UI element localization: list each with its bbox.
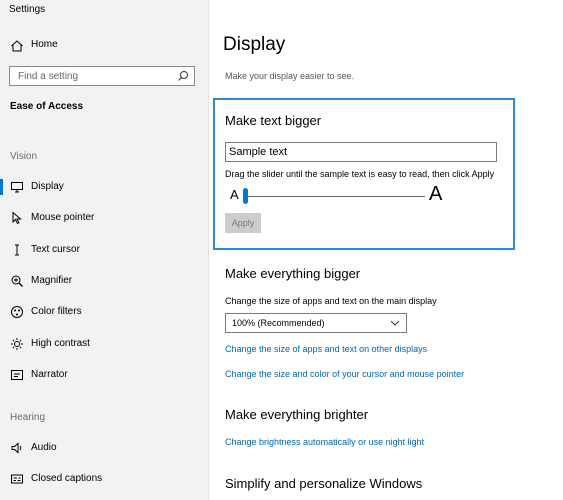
main-content: Display Make your display easier to see.… (209, 0, 563, 500)
sidebar-item-audio[interactable]: Audio (0, 436, 208, 460)
sidebar-item-label: High contrast (31, 338, 90, 349)
simplify-heading: Simplify and personalize Windows (225, 476, 423, 491)
text-cursor-icon (15, 244, 19, 256)
text-size-slider-thumb[interactable] (243, 188, 248, 204)
sidebar-item-label: Narrator (31, 369, 68, 380)
scale-dropdown-value: 100% (Recommended) (232, 318, 325, 328)
narrator-icon (11, 370, 23, 380)
text-size-slider-track[interactable] (243, 196, 425, 197)
sidebar-item-high-contrast[interactable]: High contrast (0, 332, 208, 356)
sidebar-item-text-cursor[interactable]: Text cursor (0, 238, 208, 262)
high-contrast-icon (11, 338, 23, 350)
sample-text-field: Sample text (225, 142, 497, 162)
chevron-down-icon (390, 320, 400, 326)
sidebar-item-magnifier[interactable]: Magnifier (0, 269, 208, 293)
page-title: Display (223, 34, 286, 55)
everything-bigger-heading: Make everything bigger (225, 266, 361, 281)
scale-dropdown[interactable]: 100% (Recommended) (225, 313, 407, 333)
magnifier-icon (11, 275, 23, 287)
sample-text: Sample text (229, 146, 288, 158)
text-bigger-heading: Make text bigger (225, 113, 322, 128)
app-title: Settings (9, 4, 46, 15)
closed-captions-icon (11, 474, 23, 484)
home-label: Home (31, 39, 58, 50)
page-subtitle: Make your display easier to see. (225, 71, 355, 81)
large-a-label: A (429, 183, 443, 205)
audio-icon (11, 442, 22, 454)
search-input[interactable]: Find a setting (9, 66, 195, 86)
search-placeholder: Find a setting (18, 71, 79, 82)
cursor-pointer-link[interactable]: Change the size and color of your cursor… (225, 369, 464, 379)
sidebar-item-mouse-pointer[interactable]: Mouse pointer (0, 206, 208, 230)
sidebar-item-label: Color filters (31, 306, 82, 317)
sidebar-item-color-filters[interactable]: Color filters (0, 300, 208, 324)
small-a-label: A (230, 187, 239, 202)
color-filters-icon (11, 306, 23, 318)
sidebar-item-display[interactable]: Display (0, 175, 208, 199)
sidebar-item-label: Display (31, 181, 64, 192)
other-displays-link[interactable]: Change the size of apps and text on othe… (225, 344, 427, 354)
home-nav-item[interactable]: Home (0, 36, 208, 56)
display-icon (11, 182, 23, 193)
home-icon (11, 40, 23, 52)
brightness-link[interactable]: Change brightness automatically or use n… (225, 437, 424, 447)
sidebar-item-label: Magnifier (31, 275, 73, 286)
sidebar: Settings Home Find a setting Ease of Acc… (0, 0, 209, 500)
search-icon[interactable] (177, 70, 189, 82)
apply-button[interactable]: Apply (225, 213, 261, 233)
section-title: Ease of Access (10, 101, 84, 112)
sidebar-item-label: Text cursor (31, 244, 80, 255)
sidebar-item-label: Closed captions (31, 473, 103, 484)
mouse-pointer-icon (12, 211, 22, 225)
everything-brighter-heading: Make everything brighter (225, 407, 369, 422)
scale-select-label: Change the size of apps and text on the … (225, 296, 437, 306)
sidebar-item-narrator[interactable]: Narrator (0, 363, 208, 387)
sidebar-item-closed-captions[interactable]: Closed captions (0, 467, 208, 491)
sidebar-item-label: Audio (31, 442, 57, 453)
sidebar-item-label: Mouse pointer (31, 212, 95, 223)
group-label-vision: Vision (10, 151, 38, 162)
group-label-hearing: Hearing (10, 412, 46, 423)
slider-hint: Drag the slider until the sample text is… (225, 169, 495, 179)
